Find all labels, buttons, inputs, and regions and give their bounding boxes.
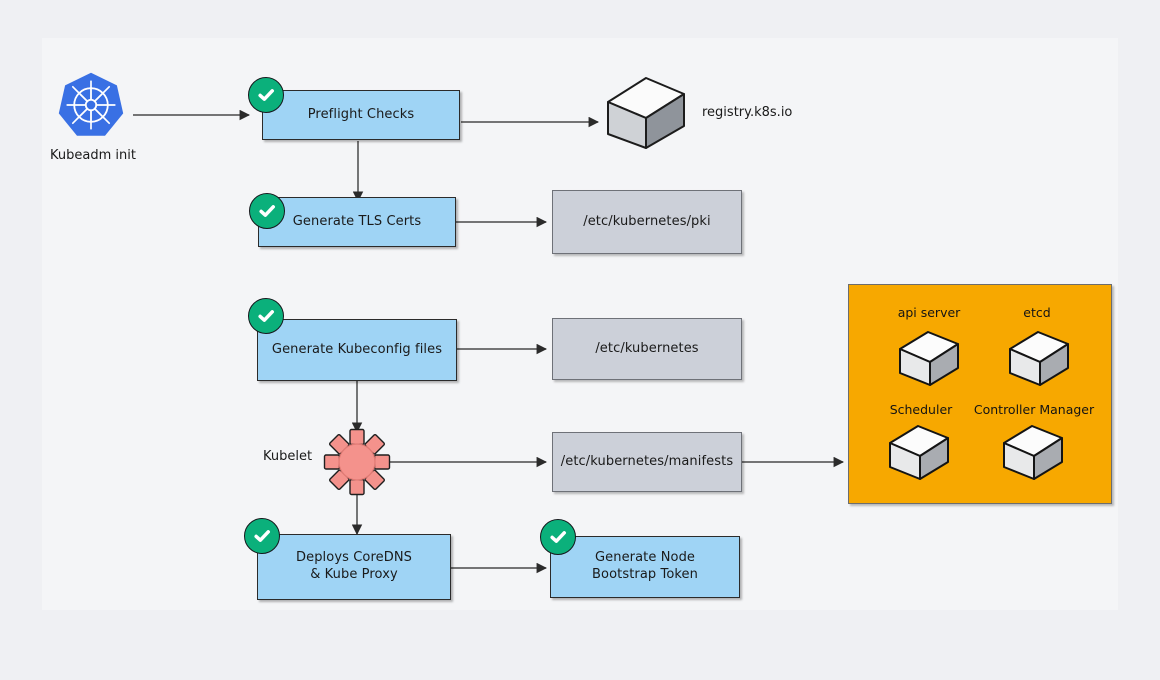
check-icon [259,205,275,217]
kubelet-label: Kubelet [263,449,313,464]
check-badge-tls [249,193,285,229]
scheduler-cube-icon [887,421,951,487]
cluster-label-etcd: etcd [1023,305,1051,320]
controller-manager-cube-icon [1001,421,1065,487]
control-plane-cluster: api server etcd Scheduler Controller Man… [848,284,1112,504]
node-store-manifests-label: /etc/kubernetes/manifests [560,453,734,469]
check-badge-token [540,519,576,555]
node-store-kubernetes-dir-label: /etc/kubernetes [595,340,699,356]
node-store-pki[interactable]: /etc/kubernetes/pki [552,190,742,254]
node-deploys-coredns[interactable]: Deploys CoreDNS & Kube Proxy [257,534,451,600]
check-badge-kubeconfig [248,298,284,334]
etcd-cube-icon [1007,327,1071,393]
node-preflight-checks[interactable]: Preflight Checks [262,90,460,140]
node-deploys-coredns-label-line1: Deploys CoreDNS [296,550,412,566]
node-generate-node-bootstrap-token-label-line2: Bootstrap Token [592,567,698,582]
diagram-stage: Kubeadm init registry.k8s.io Preflight C… [0,0,1160,680]
node-store-kubernetes-dir[interactable]: /etc/kubernetes [552,318,742,380]
check-icon [258,89,274,101]
registry-label: registry.k8s.io [702,105,793,120]
kubelet-gear-icon [323,428,391,496]
kubernetes-logo-icon [56,70,126,140]
node-deploys-coredns-label-line2: & Kube Proxy [310,567,398,582]
check-badge-coredns [244,518,280,554]
registry-cube-icon [604,72,688,152]
node-generate-tls-certs-label: Generate TLS Certs [292,213,422,229]
node-generate-node-bootstrap-token[interactable]: Generate Node Bootstrap Token [550,536,740,598]
cluster-label-api-server: api server [897,305,961,320]
check-badge-preflight [248,77,284,113]
check-icon [550,531,566,543]
node-generate-kubeconfig[interactable]: Generate Kubeconfig files [257,319,457,381]
api-server-cube-icon [897,327,961,393]
cluster-label-controller-manager: Controller Manager [973,402,1095,417]
node-store-manifests[interactable]: /etc/kubernetes/manifests [552,432,742,492]
node-generate-node-bootstrap-token-label-line1: Generate Node [594,550,696,566]
cluster-label-scheduler: Scheduler [889,402,953,417]
node-preflight-checks-label: Preflight Checks [307,106,415,122]
check-icon [254,530,270,542]
kubeadm-init-label: Kubeadm init [50,148,136,163]
node-store-pki-label: /etc/kubernetes/pki [583,213,711,229]
check-icon [258,310,274,322]
node-generate-kubeconfig-label: Generate Kubeconfig files [271,341,443,357]
node-generate-tls-certs[interactable]: Generate TLS Certs [258,197,456,247]
